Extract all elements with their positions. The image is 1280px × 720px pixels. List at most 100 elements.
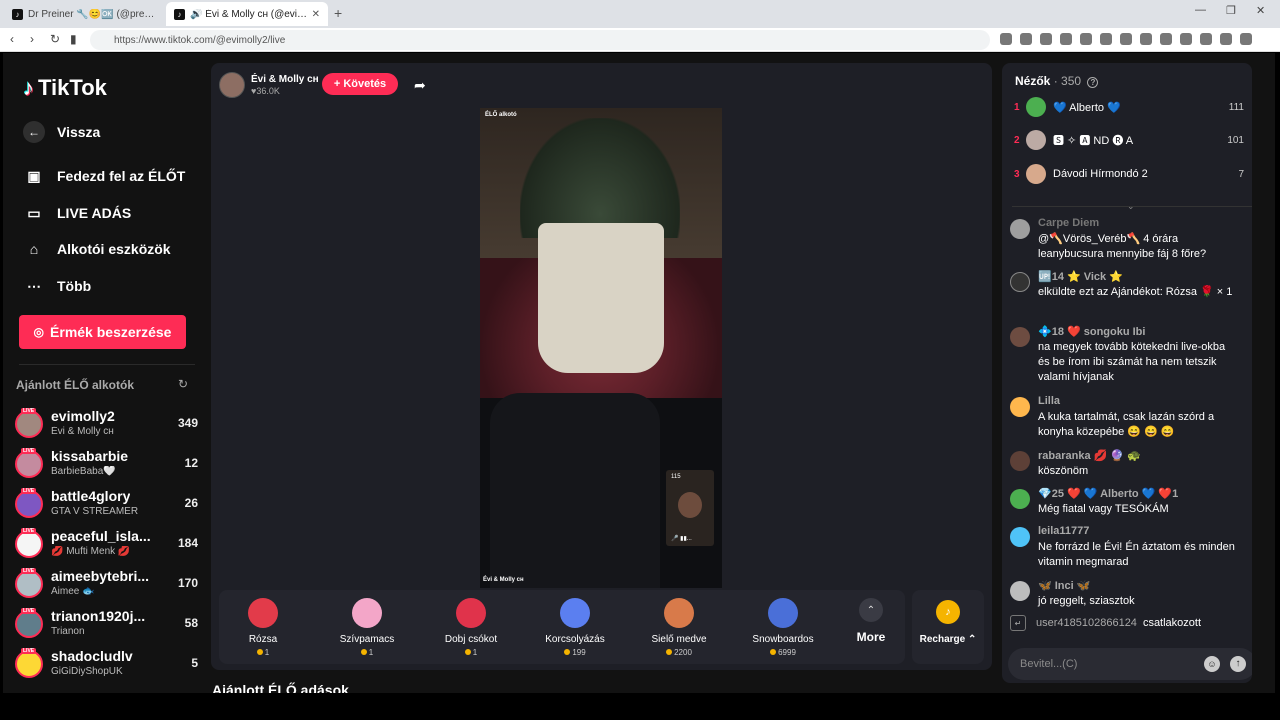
url-field[interactable]: https://www.tiktok.com/@evimolly2/live — [90, 30, 990, 50]
extension-icon[interactable] — [1040, 33, 1052, 45]
chat-input-placeholder: Bevitel...(C) — [1020, 658, 1078, 670]
extension-icon[interactable] — [1200, 33, 1212, 45]
gift-rose[interactable]: Rózsa 1 — [221, 598, 305, 657]
extension-icon[interactable] — [1240, 33, 1252, 45]
extension-icon[interactable] — [1160, 33, 1172, 45]
creator-item[interactable]: LIVE evimolly2 Évi & Molly ᴄʜ 349 — [13, 406, 198, 442]
browser-tab[interactable]: ♪ Dr Preiner 🔧😊🆗 (@preiner) ÉLŐ — [4, 2, 164, 26]
extension-icon[interactable] — [1060, 33, 1072, 45]
chat-input[interactable]: Bevitel...(C) ☺ ↑ — [1008, 648, 1252, 680]
creator-item[interactable]: LIVE trianon1920j... Trianon 58 — [13, 606, 198, 642]
chat-username[interactable]: Lilla — [1038, 395, 1060, 407]
share-icon[interactable]: ➦ — [414, 77, 426, 94]
gift-price: 1 — [325, 648, 409, 657]
extension-icon[interactable] — [1020, 33, 1032, 45]
follow-button[interactable]: + Követés — [322, 73, 398, 95]
nav-explore-live[interactable]: ▣ Fedezd fel az ÉLŐT — [23, 165, 185, 187]
emoji-icon[interactable]: ☺ — [1204, 656, 1220, 672]
gift-ski-bear[interactable]: Sielő medve 2200 — [637, 598, 721, 657]
extension-icon[interactable] — [1000, 33, 1012, 45]
video-plant — [520, 118, 680, 238]
nav-go-live[interactable]: ▭ LIVE ADÁS — [23, 202, 131, 224]
avatar[interactable] — [1010, 451, 1030, 471]
chat-text: na megyek tovább kötekedni live-okba és … — [1038, 341, 1226, 383]
minimize-icon[interactable]: — — [1195, 4, 1206, 16]
tiktok-logo[interactable]: ♪ TikTok — [23, 75, 107, 101]
get-coins-button[interactable]: ◎ Érmék beszerzése — [19, 315, 186, 349]
chat-username[interactable]: 🦋 Inci 🦋 — [1038, 579, 1090, 592]
host-info[interactable]: Évi & Molly ᴄʜ ♥36.0K — [219, 72, 319, 98]
avatar[interactable] — [1010, 397, 1030, 417]
gift-heart-puff[interactable]: Szívpamacs 1 — [325, 598, 409, 657]
gift-snowboarder[interactable]: Snowboardos 6999 — [741, 598, 825, 657]
new-tab-icon[interactable]: + — [334, 5, 342, 21]
avatar[interactable] — [1010, 489, 1030, 509]
video-dark-object — [490, 393, 660, 588]
extension-icon[interactable] — [1140, 33, 1152, 45]
chat-username[interactable]: leila11777 — [1038, 525, 1089, 537]
avatar — [1026, 130, 1046, 150]
send-icon[interactable]: ↑ — [1230, 656, 1246, 672]
chat-username[interactable]: 💠18 ❤️ songoku Ibi — [1038, 325, 1145, 338]
avatar[interactable] — [1010, 327, 1030, 347]
host-avatar[interactable] — [219, 72, 245, 98]
browser-tab-bar: ♪ Dr Preiner 🔧😊🆗 (@preiner) ÉLŐ ♪ 🔊 Évi … — [0, 0, 1280, 28]
top-viewer[interactable]: 1 💙 Alberto 💙 111 — [1014, 97, 1244, 117]
refresh-icon[interactable]: ↻ — [178, 377, 188, 391]
avatar[interactable] — [1010, 581, 1030, 601]
creator-name: evimolly2 — [51, 408, 115, 424]
viewer-name: 💙 Alberto 💙 — [1053, 101, 1121, 114]
chat-text: jó reggelt, sziasztok — [1038, 595, 1135, 607]
nav-creator-tools[interactable]: ⌂ Alkotói eszközök — [23, 238, 171, 260]
top-viewer[interactable]: 3 Dávodi Hírmondó 2 7 — [1014, 164, 1244, 184]
close-tab-icon[interactable]: ✕ — [312, 9, 320, 20]
forward-icon[interactable]: › — [30, 32, 34, 46]
browser-tab-active[interactable]: ♪ 🔊 Évi & Molly ᴄʜ (@evimolly2) ÉLŐ ✕ — [166, 2, 328, 26]
joined-username[interactable]: user4185102866124 — [1036, 617, 1137, 629]
gift-skating[interactable]: Korcsolyázás 199 — [533, 598, 617, 657]
extension-icon[interactable] — [1080, 33, 1092, 45]
chat-text: köszönöm — [1038, 465, 1089, 477]
avatar — [15, 410, 43, 438]
recharge-button[interactable]: ♪ Recharge ⌃ — [912, 590, 984, 664]
creator-item[interactable]: LIVE kissabarbie BarbieBaba🤍 12 — [13, 446, 198, 482]
creator-item[interactable]: LIVE peaceful_isla... 💋 Mufti Menk 💋 184 — [13, 526, 198, 562]
reload-icon[interactable]: ↻ — [50, 32, 60, 46]
gift-price: 199 — [533, 648, 617, 657]
chat-username[interactable]: 💎25 ❤️ 💙 Alberto 💙 ❤️1 — [1038, 487, 1178, 500]
chat-username[interactable]: rabaranka 💋 🔮 🐢 — [1038, 449, 1141, 462]
tab-title: Dr Preiner 🔧😊🆗 (@preiner) ÉLŐ — [28, 8, 156, 20]
top-viewer[interactable]: 2 🆂 ✧ 🅰 ND 🅡 A 101 — [1014, 130, 1244, 150]
nav-more[interactable]: ⋯ Több — [23, 275, 91, 297]
extension-icon[interactable] — [1100, 33, 1112, 45]
logo-text: TikTok — [38, 75, 107, 100]
gift-blow-kiss[interactable]: Dobj csókot 1 — [429, 598, 513, 657]
host-likes: ♥36.0K — [251, 86, 280, 96]
chat-username[interactable]: 🆙14 ⭐ Vick ⭐ — [1038, 270, 1123, 283]
rose-icon — [248, 598, 278, 628]
back-icon[interactable]: ‹ — [10, 32, 14, 46]
gift-icon — [1010, 272, 1030, 292]
joined-text: csatlakozott — [1142, 617, 1202, 629]
window-close-icon[interactable]: ✕ — [1256, 4, 1265, 17]
bookmark-icon[interactable]: ▮ — [70, 32, 77, 46]
tiktok-favicon-icon: ♪ — [12, 8, 23, 20]
creator-item[interactable]: LIVE shadocludlv GiGiDiyShopUK 5 — [13, 646, 198, 682]
help-icon[interactable]: ? — [1087, 77, 1099, 88]
avatar[interactable] — [1010, 219, 1030, 239]
snowboarder-icon — [768, 598, 798, 628]
extension-icon[interactable] — [1180, 33, 1192, 45]
more-gifts-button[interactable]: ⌃ More — [849, 598, 893, 644]
maximize-icon[interactable]: ❐ — [1226, 4, 1236, 17]
coin-icon — [256, 649, 263, 655]
back-button[interactable]: ← Vissza — [23, 121, 100, 143]
extension-icon[interactable] — [1220, 33, 1232, 45]
avatar[interactable] — [1010, 527, 1030, 547]
creator-item[interactable]: LIVE battle4glory GTA V STREAMER 26 — [13, 486, 198, 522]
viewers-header[interactable]: Nézők · 350 ? — [1015, 74, 1099, 88]
creator-item[interactable]: LIVE aimeebytebri... Aimee 🐟 170 — [13, 566, 198, 602]
extension-icon[interactable] — [1120, 33, 1132, 45]
guest-video[interactable]: 115 🎤 ▮▮... — [666, 470, 714, 546]
chat-username[interactable]: Carpe Diem — [1038, 217, 1099, 229]
live-badge: LIVE — [21, 448, 37, 454]
